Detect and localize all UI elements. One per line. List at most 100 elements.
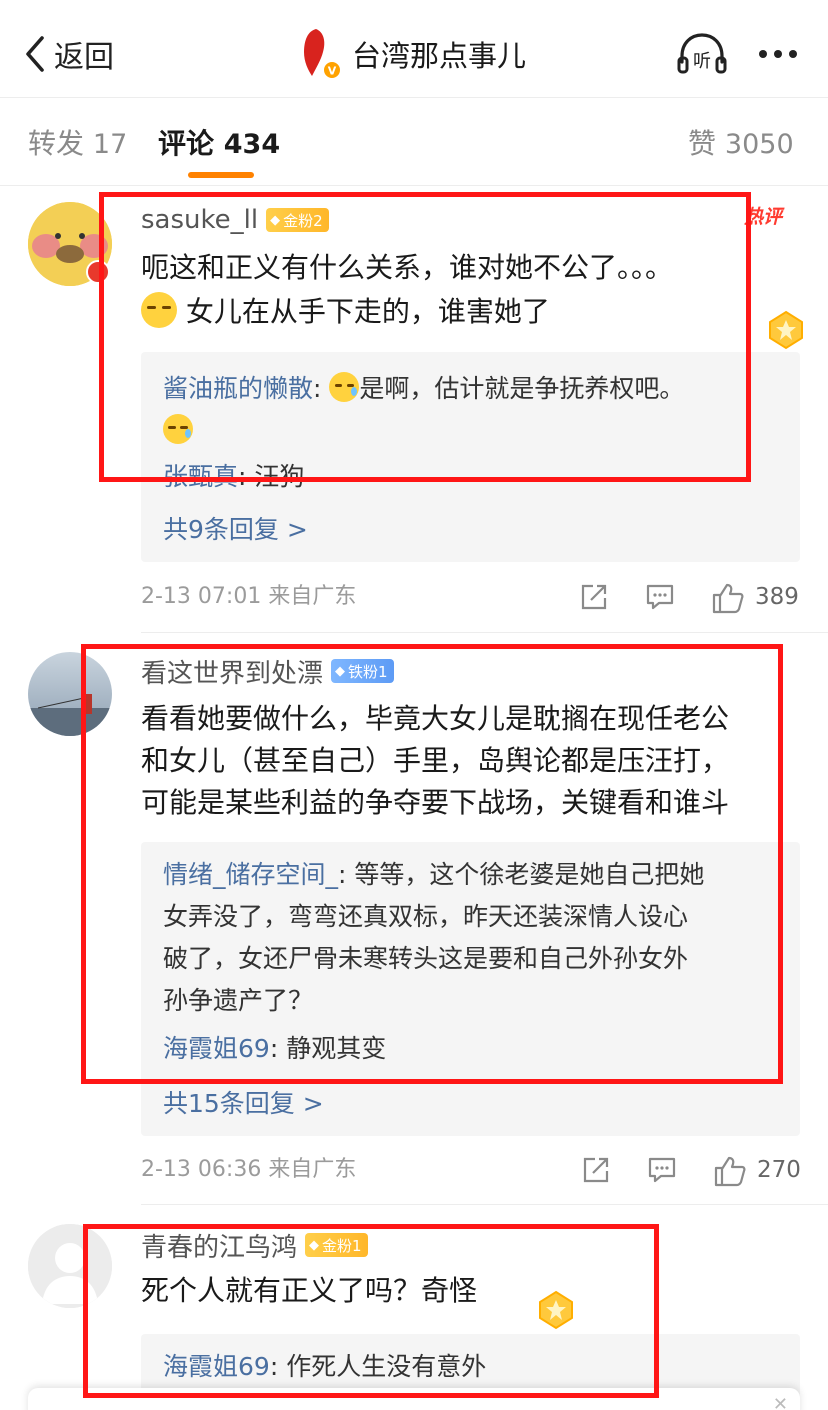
reply-text: 静观其变 xyxy=(286,1034,387,1063)
comment-meta-row: 2-13 07:01 来自广东 389 xyxy=(141,580,801,614)
reply-username[interactable]: 张甄真 xyxy=(163,462,238,491)
reply-item-continued xyxy=(163,410,783,452)
fan-badge-label: 铁粉1 xyxy=(348,662,388,681)
tab-repost[interactable]: 转发 17 xyxy=(28,122,127,162)
comment-text[interactable]: 呃这和正义有什么关系，谁对她不公了。。。 女儿在从手下走的，谁害她了 xyxy=(141,247,801,333)
tab-comment-count: 434 xyxy=(223,129,281,160)
reply-text: 是啊，估计就是争抚养权吧。 xyxy=(359,374,685,403)
reply-item[interactable]: 情绪_储存空间_: 等等，这个徐老婆是她自己把她 xyxy=(163,854,783,896)
comment-icon[interactable] xyxy=(645,582,675,612)
comment-timestamp-location: 2-13 07:01 来自广东 xyxy=(141,584,357,609)
comment-divider xyxy=(141,1204,828,1205)
close-icon[interactable]: ✕ xyxy=(773,1394,788,1410)
comment-text[interactable]: 看看她要做什么，毕竟大女儿是耽搁在现任老公 和女儿（甚至自己）手里，岛舆论都是压… xyxy=(141,698,786,824)
comment-text-line: 女儿在从手下走的，谁害她了 xyxy=(141,291,801,333)
emoji-icon xyxy=(141,292,177,328)
more-replies-link[interactable]: 共15条回复 > xyxy=(163,1084,324,1120)
svg-text:V: V xyxy=(328,65,337,78)
tab-like[interactable]: 赞 3050 xyxy=(688,122,794,162)
emoji-icon xyxy=(329,372,360,402)
comment-username[interactable]: sasuke_ll xyxy=(141,205,258,235)
comment-username[interactable]: 看这世界到处漂 xyxy=(141,653,323,690)
comment-icon[interactable] xyxy=(647,1155,677,1185)
reply-text-line: 女弄没了，弯弯还真双标，昨天还装深情人设心 xyxy=(163,902,689,931)
fan-badge-label: 金粉1 xyxy=(322,1236,362,1255)
svg-text:听: 听 xyxy=(693,51,711,72)
reply-item[interactable]: 海霞姐69: 作死人生没有意外 xyxy=(163,1346,783,1388)
reply-username[interactable]: 海霞姐69 xyxy=(163,1352,270,1381)
top-navigation-bar: 返回 V 台湾那点事儿 听 xyxy=(0,0,828,98)
diamond-icon: ◆ xyxy=(335,663,346,679)
comment-text-line: 看看她要做什么，毕竟大女儿是耽搁在现任老公 xyxy=(141,702,730,735)
reply-text-line: 破了，女还尸骨未寒转头这是要和自己外孙女外 xyxy=(163,944,689,973)
photo-avatar-icon xyxy=(28,652,112,736)
comment-text[interactable]: 死个人就有正义了吗？奇怪 xyxy=(141,1270,801,1312)
reply-text: 作死人生没有意外 xyxy=(286,1352,487,1381)
comment-username[interactable]: 青春的江鸟鸿 xyxy=(141,1227,297,1264)
like-thumb-icon[interactable] xyxy=(711,582,745,614)
comment-text-line: 可能是某些利益的争夺要下战场，关键看和谁斗 xyxy=(141,786,730,819)
tab-comment[interactable]: 评论 434 xyxy=(158,122,280,162)
reply-colon: : xyxy=(238,462,255,491)
comment-divider xyxy=(141,632,828,633)
comment-text-line: 和女儿（甚至自己）手里，岛舆论都是压汪打， xyxy=(141,744,730,777)
tab-repost-count: 17 xyxy=(92,129,128,160)
bottom-popup-card[interactable]: ✕ xyxy=(28,1388,800,1410)
verified-badge-icon xyxy=(86,260,110,284)
fan-badge-label: 金粉2 xyxy=(283,211,323,230)
medal-icon xyxy=(539,1290,573,1330)
more-replies-link[interactable]: 共9条回复 > xyxy=(163,510,308,546)
reply-item[interactable]: 酱油瓶的懒散: 是啊，估计就是争抚养权吧。 xyxy=(163,368,783,410)
fan-badge: ◆ 金粉1 xyxy=(305,1233,368,1257)
diamond-icon: ◆ xyxy=(270,212,281,228)
diamond-icon: ◆ xyxy=(309,1237,320,1253)
reply-username[interactable]: 海霞姐69 xyxy=(163,1034,270,1063)
back-button[interactable]: 返回 xyxy=(22,30,114,78)
hot-comment-tag: 热评 xyxy=(744,206,783,228)
medal-icon xyxy=(769,310,803,350)
comment-header: 看这世界到处漂 ◆ 铁粉1 xyxy=(141,653,394,690)
comment-text-line: 呃这和正义有什么关系，谁对她不公了。。。 xyxy=(141,251,674,284)
taiwan-map-logo-icon: V xyxy=(304,29,342,80)
comment-timestamp-location: 2-13 06:36 来自广东 xyxy=(141,1157,357,1182)
tab-comment-label: 评论 xyxy=(158,127,215,160)
share-icon[interactable] xyxy=(581,1155,611,1185)
reply-item[interactable]: 海霞姐69: 静观其变 xyxy=(163,1028,783,1070)
tab-repost-label: 转发 xyxy=(28,127,85,160)
like-thumb-icon[interactable] xyxy=(713,1155,747,1187)
more-dots-icon[interactable] xyxy=(752,30,804,78)
page-title: 台湾那点事儿 xyxy=(352,39,527,73)
fan-badge: ◆ 铁粉1 xyxy=(331,659,394,683)
comment-header: 青春的江鸟鸿 ◆ 金粉1 xyxy=(141,1227,368,1264)
comment-meta-row: 2-13 06:36 来自广东 270 xyxy=(141,1153,801,1187)
back-chevron-icon xyxy=(26,36,44,72)
emoji-icon xyxy=(163,414,193,444)
default-user-avatar-icon xyxy=(28,1224,112,1308)
reply-box: 酱油瓶的懒散: 是啊，估计就是争抚养权吧。 张甄真: 汪狗 共9条回复 > xyxy=(141,352,800,562)
listen-headphones-icon: 听 xyxy=(677,33,727,74)
tab-like-label: 赞 xyxy=(688,127,717,160)
reply-text: 等等，这个徐老婆是她自己把她 xyxy=(354,860,705,889)
share-icon[interactable] xyxy=(579,582,609,612)
reply-colon: : xyxy=(269,1034,287,1063)
page-title-group[interactable]: V 台湾那点事儿 xyxy=(286,26,526,82)
tab-like-count: 3050 xyxy=(724,129,794,160)
active-tab-indicator xyxy=(188,172,254,178)
reply-username[interactable]: 酱油瓶的懒散 xyxy=(163,374,313,403)
comment-avatar[interactable] xyxy=(28,1224,112,1308)
like-count: 270 xyxy=(757,1157,801,1183)
fan-badge: ◆ 金粉2 xyxy=(266,208,329,232)
reply-text: 汪狗 xyxy=(254,462,305,491)
reply-colon: : xyxy=(338,860,355,889)
back-label: 返回 xyxy=(54,40,114,75)
reply-colon: : xyxy=(313,374,330,403)
reply-box: 情绪_储存空间_: 等等，这个徐老婆是她自己把她 女弄没了，弯弯还真双标，昨天还… xyxy=(141,842,800,1136)
post-tabs: 转发 17 评论 434 赞 3050 xyxy=(0,98,828,186)
account-avatar: V xyxy=(286,26,342,82)
comment-avatar[interactable] xyxy=(28,652,112,736)
listen-button[interactable]: 听 xyxy=(676,30,728,78)
reply-item[interactable]: 张甄真: 汪狗 xyxy=(163,456,783,498)
like-count: 389 xyxy=(755,584,799,610)
reply-username[interactable]: 情绪_储存空间_ xyxy=(163,860,338,889)
comment-text-line-2: 女儿在从手下走的，谁害她了 xyxy=(185,295,550,328)
